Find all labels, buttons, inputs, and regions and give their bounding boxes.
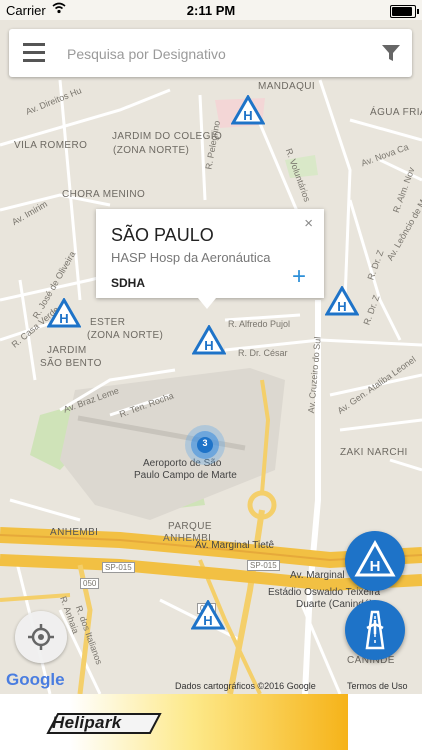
label-zona-norte-1: (ZONA NORTE) <box>113 145 190 156</box>
runway-filter-button[interactable] <box>345 600 405 660</box>
street-r-dr-cesar: R. Dr. César <box>238 348 288 358</box>
my-location-button[interactable] <box>15 611 67 663</box>
clock: 2:11 PM <box>186 3 236 18</box>
label-zona-norte-2: (ZONA NORTE) <box>87 330 164 341</box>
crosshair-icon <box>28 624 54 650</box>
label-zaki-narchi: ZAKI NARCHI <box>340 447 408 458</box>
label-sao-bento: SÃO BENTO <box>40 358 102 369</box>
close-icon[interactable]: × <box>304 215 313 232</box>
cluster-count: 3 <box>202 438 208 448</box>
label-agua-fria: ÁGUA FRIA <box>370 107 422 118</box>
street-r-alfredo-pujol: R. Alfredo Pujol <box>228 319 291 329</box>
menu-icon[interactable] <box>23 43 45 63</box>
popup-title: SÃO PAULO <box>111 225 214 245</box>
label-jardim: JARDIM <box>47 345 87 356</box>
helipark-wordmark: Helipark <box>52 713 122 732</box>
battery-fill <box>392 7 412 16</box>
popup-pointer <box>198 298 216 309</box>
ad-right-panel <box>348 694 422 750</box>
shield-sp-015-1: SP-015 <box>102 562 135 573</box>
heliport-filter-button[interactable]: H <box>345 531 405 591</box>
heliport-icon[interactable]: H <box>191 600 225 630</box>
label-chora-menino: CHORA MENINO <box>62 189 146 200</box>
ad-banner[interactable]: Helipark <box>0 694 422 750</box>
label-anhembi: ANHEMBI <box>50 527 99 538</box>
runway-icon <box>365 610 385 650</box>
google-logo: Google <box>6 670 65 690</box>
street-av-marginal-2: Av. Marginal <box>290 570 345 581</box>
svg-text:H: H <box>243 108 252 123</box>
heliport-icon[interactable]: H <box>192 325 226 355</box>
svg-text:H: H <box>337 299 346 314</box>
svg-text:H: H <box>59 311 68 326</box>
heliport-icon[interactable]: H <box>231 95 265 125</box>
label-mandaqui: MANDAQUI <box>258 81 316 92</box>
svg-text:H: H <box>203 613 212 628</box>
heliport-icon[interactable]: H <box>325 286 359 316</box>
street-av-marginal-tiete: Av. Marginal Tietê <box>195 540 275 551</box>
label-airport-2: Paulo Campo de Marte <box>134 470 237 481</box>
map-attribution: Dados cartográficos ©2016 Google <box>175 681 316 691</box>
battery-icon <box>390 5 419 18</box>
status-bar: Carrier 2:11 PM <box>0 0 422 20</box>
shield-sp-015-2: SP-015 <box>247 560 280 571</box>
svg-text:H: H <box>370 558 381 575</box>
add-button[interactable]: + <box>292 265 306 289</box>
google-wordmark: Google <box>6 670 65 689</box>
label-parque: PARQUE <box>168 521 212 532</box>
terms-link[interactable]: Termos de Uso <box>347 681 408 691</box>
popup-designator: SDHA <box>111 276 146 290</box>
heliport-icon[interactable]: H <box>47 298 81 328</box>
shield-050-1: 050 <box>80 578 100 589</box>
label-ester: ESTER <box>90 317 126 328</box>
marker-cluster[interactable]: 3 <box>184 424 226 466</box>
svg-text:H: H <box>204 338 213 353</box>
search-input[interactable] <box>65 37 369 71</box>
label-jardim-do-colegio: JARDIM DO COLEGIO <box>112 131 223 142</box>
heliport-icon: H <box>354 539 396 577</box>
search-bar <box>9 29 412 77</box>
heliport-info-popup[interactable]: SÃO PAULO HASP Hosp da Aeronáutica SDHA … <box>96 209 324 309</box>
popup-subtitle: HASP Hosp da Aeronáutica <box>111 250 271 265</box>
filter-icon[interactable] <box>380 42 402 64</box>
label-vila-romero: VILA ROMERO <box>14 140 88 151</box>
